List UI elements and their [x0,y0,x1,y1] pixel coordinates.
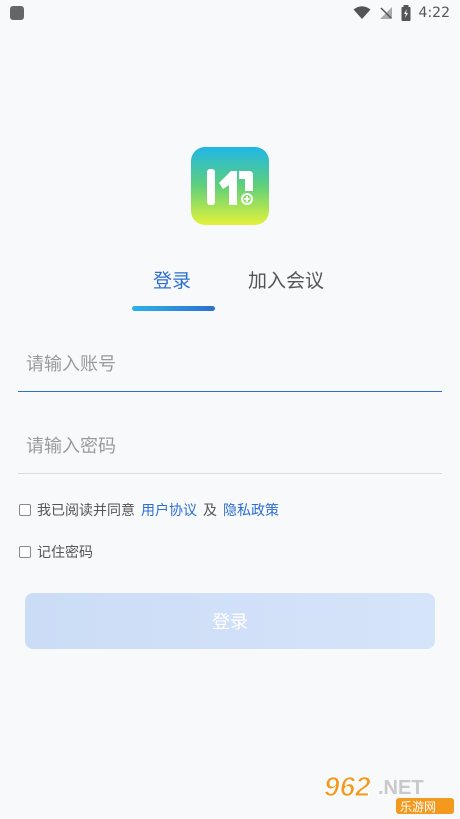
watermark-net: .NET [378,777,424,799]
status-bar: 4:22 [0,0,460,26]
privacy-policy-link[interactable]: 隐私政策 [223,500,279,520]
tab-join-meeting[interactable]: 加入会议 [248,266,324,293]
battery-charging-icon [401,5,411,21]
watermark-name: 乐游网 [400,800,436,814]
app-logo [191,147,269,225]
agreement-and: 及 [203,503,217,519]
remember-password-row: 记住密码 [19,542,93,562]
user-agreement-link[interactable]: 用户协议 [141,500,197,520]
watermark-number: 962 [324,771,371,802]
clock: 4:22 [418,5,450,21]
tab-login[interactable]: 登录 [153,266,191,293]
agreement-row: 我已阅读并同意 用户协议 及 隐私政策 [19,500,285,520]
password-input[interactable] [18,420,442,474]
wifi-icon [353,6,371,19]
remember-password-checkbox[interactable] [19,546,31,558]
agreement-prefix: 我已阅读并同意 [37,503,135,519]
tab-bar: 登录 加入会议 [0,266,460,316]
agreement-checkbox[interactable] [19,504,31,516]
account-input[interactable] [18,338,442,392]
active-tab-indicator [132,306,215,311]
no-signal-icon [379,7,392,19]
login-button[interactable]: 登录 [25,593,435,649]
site-watermark: 962 .NET 乐游网 [324,771,454,814]
remember-password-label: 记住密码 [37,545,93,561]
notification-icon [10,6,24,20]
